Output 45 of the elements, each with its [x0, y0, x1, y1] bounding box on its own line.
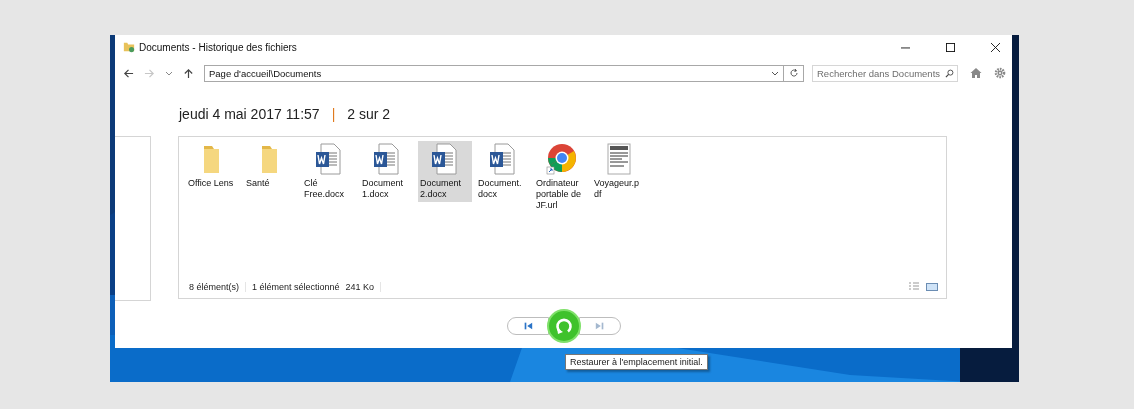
restore-button[interactable]	[546, 309, 581, 343]
snapshot-date: jeudi 4 mai 2017 11:57	[179, 106, 320, 124]
dropdown-icon[interactable]	[165, 69, 173, 77]
file-name: Clé Free.docx	[303, 178, 346, 200]
item-count: 8 élément(s)	[189, 282, 240, 292]
skip-forward-icon	[594, 321, 605, 331]
file-name: Document 2.docx	[419, 178, 463, 200]
file-item[interactable]: Office Lens	[186, 141, 240, 191]
folder-icon	[123, 41, 135, 53]
search-icon[interactable]	[945, 68, 954, 78]
search-field[interactable]: Rechercher dans Documents	[812, 64, 958, 82]
refresh-button[interactable]	[784, 64, 804, 82]
selection-info: 1 élément sélectionné	[252, 282, 340, 292]
tooltip: Restaurer à l'emplacement initial.	[565, 354, 708, 370]
file-item[interactable]: Santé	[244, 141, 298, 191]
file-name: Document 1.docx	[361, 178, 405, 200]
restore-icon	[553, 316, 574, 336]
up-arrow-icon[interactable]	[183, 67, 194, 79]
window-title: Documents - Historique des fichiers	[139, 41, 297, 53]
skip-back-icon	[522, 321, 533, 331]
file-item[interactable]: Ordinateur portable de JF.url	[534, 141, 588, 213]
maximize-icon[interactable]	[946, 42, 955, 52]
back-arrow-icon[interactable]	[123, 67, 134, 79]
file-name: Ordinateur portable de JF.url	[535, 178, 583, 211]
settings-icon[interactable]	[994, 67, 1006, 79]
file-name: Office Lens	[187, 178, 235, 189]
file-name: Document. docx	[477, 178, 523, 200]
address-field[interactable]: Page d'accueil\Documents	[204, 64, 784, 82]
file-item[interactable]: Clé Free.docx	[302, 141, 356, 202]
dropdown-icon[interactable]	[771, 69, 779, 77]
snapshot-position: 2 sur 2	[347, 106, 391, 124]
file-name: Santé	[245, 178, 271, 189]
selection-size: 241 Ko	[345, 282, 375, 292]
file-item[interactable]: Document 2.docx	[418, 141, 472, 202]
close-icon[interactable]	[991, 42, 1000, 52]
previous-version-button[interactable]	[506, 317, 549, 335]
file-name: Voyageur.p df	[593, 178, 641, 200]
home-icon[interactable]	[970, 67, 982, 79]
file-item[interactable]: Document 1.docx	[360, 141, 414, 202]
file-item[interactable]: Voyageur.p df	[592, 141, 646, 202]
separator: |	[331, 106, 336, 124]
file-item[interactable]: Document. docx	[476, 141, 530, 202]
refresh-icon	[788, 68, 799, 78]
large-icons-view-icon[interactable]	[926, 282, 938, 292]
chrome-shortcut-icon	[545, 143, 577, 175]
